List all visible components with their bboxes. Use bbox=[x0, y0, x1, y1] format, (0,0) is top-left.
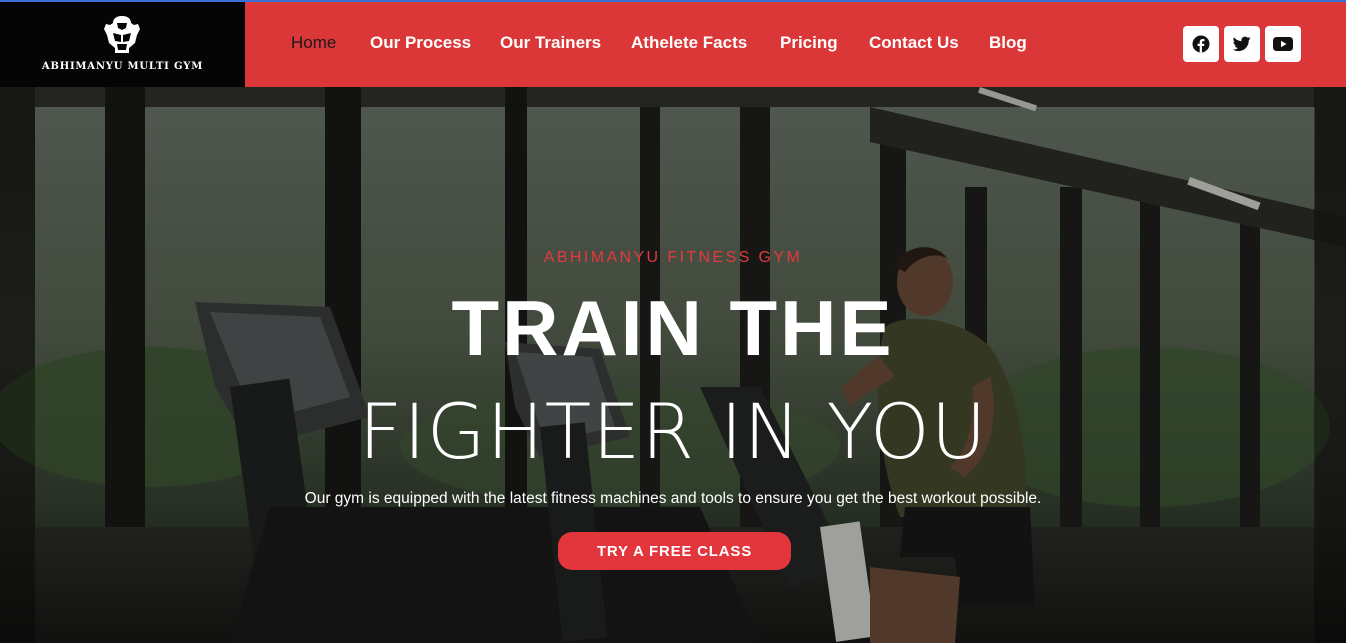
bodybuilder-logo-icon bbox=[104, 16, 140, 53]
twitter-icon bbox=[1233, 36, 1251, 52]
browser-top-line bbox=[0, 0, 1346, 2]
site-header: ABHIMANYU MULTI GYM Home Our Process Our… bbox=[0, 0, 1346, 87]
twitter-button[interactable] bbox=[1224, 26, 1260, 62]
nav-home[interactable]: Home bbox=[291, 33, 336, 53]
nav-our-trainers[interactable]: Our Trainers bbox=[500, 33, 601, 53]
youtube-icon bbox=[1273, 37, 1293, 51]
hero-eyebrow: ABHIMANYU FITNESS GYM bbox=[543, 249, 803, 266]
logo[interactable]: ABHIMANYU MULTI GYM bbox=[0, 0, 245, 87]
hero-title-line2: FIGHTER IN YOU bbox=[358, 387, 988, 476]
nav-our-process[interactable]: Our Process bbox=[370, 33, 471, 53]
brand-name: ABHIMANYU MULTI GYM bbox=[41, 61, 204, 72]
facebook-icon bbox=[1192, 35, 1210, 53]
hero-section: ABHIMANYU FITNESS GYM TRAIN THE FIGHTER … bbox=[0, 87, 1346, 643]
nav-athelete-facts[interactable]: Athelete Facts bbox=[631, 33, 747, 53]
youtube-button[interactable] bbox=[1265, 26, 1301, 62]
facebook-button[interactable] bbox=[1183, 26, 1219, 62]
nav-blog[interactable]: Blog bbox=[989, 33, 1027, 53]
hero-title-line1: TRAIN THE bbox=[451, 284, 895, 372]
nav-contact-us[interactable]: Contact Us bbox=[869, 33, 959, 53]
try-free-class-button[interactable]: TRY A FREE CLASS bbox=[558, 532, 791, 570]
hero-subtitle: Our gym is equipped with the latest fitn… bbox=[304, 490, 1042, 507]
nav-pricing[interactable]: Pricing bbox=[780, 33, 838, 53]
